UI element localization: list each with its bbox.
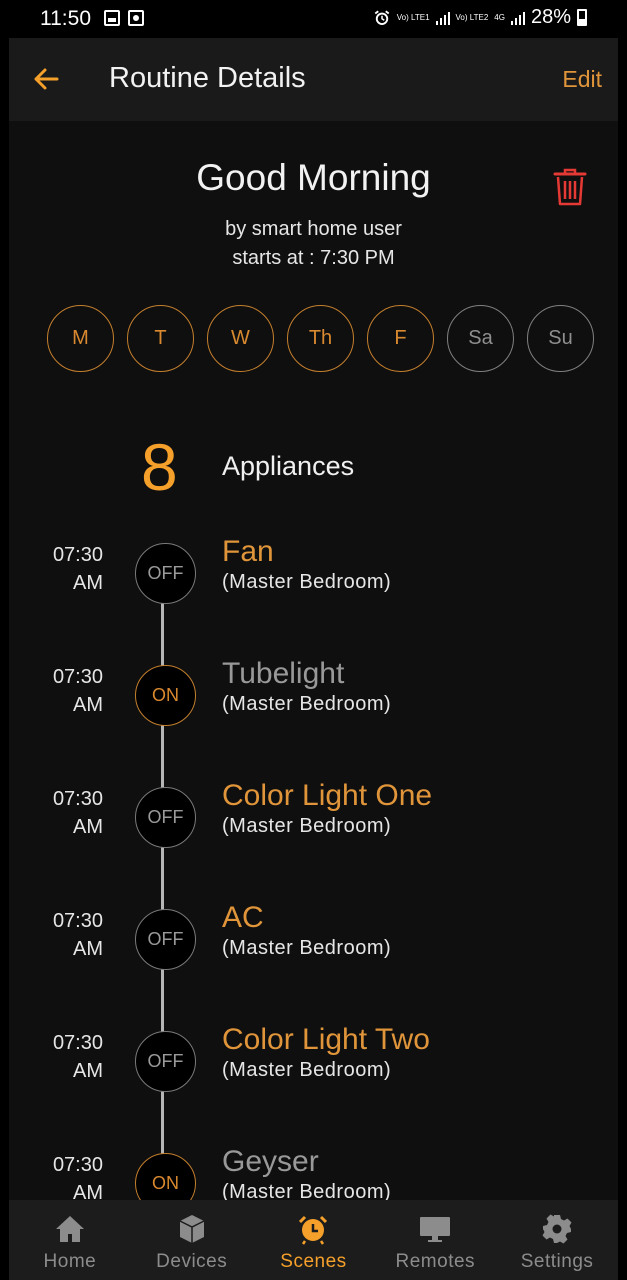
appliance-count: 8: [141, 430, 178, 504]
day-sunday[interactable]: Su: [527, 305, 594, 372]
day-thursday[interactable]: Th: [287, 305, 354, 372]
state-toggle[interactable]: ON: [135, 665, 196, 726]
item-meridiem: AM: [73, 1182, 103, 1200]
network-4g-icon: 4G: [494, 13, 505, 22]
nav-settings[interactable]: Settings: [496, 1200, 618, 1280]
appliance-name: Color Light One: [222, 779, 433, 812]
monitor-icon: [420, 1217, 451, 1242]
nav-label: Devices: [156, 1251, 228, 1272]
item-time: 07:30: [52, 1154, 103, 1176]
list-item[interactable]: 07:30 AM OFF Color Light One (Master Bedr…: [9, 779, 618, 907]
status-time: 11:50: [40, 7, 91, 30]
state-toggle[interactable]: OFF: [135, 909, 196, 970]
day-wednesday[interactable]: W: [207, 305, 274, 372]
routine-start-time: starts at : 7:30 PM: [232, 247, 395, 269]
gallery-icon: [104, 10, 120, 26]
volte-lte1-icon: Vo) LTE1: [396, 13, 430, 22]
status-bar: 11:50 Vo) LTE1 Vo) LTE2 4G 28%: [0, 0, 627, 38]
state-toggle[interactable]: OFF: [135, 787, 196, 848]
list-item[interactable]: 07:30 AM OFF Color Light Two (Master Bedr…: [9, 1023, 618, 1151]
state-toggle[interactable]: OFF: [135, 1031, 196, 1092]
item-time: 07:30: [52, 788, 103, 810]
appliance-room: (Master Bedroom): [222, 815, 392, 837]
arrow-left-icon[interactable]: [31, 64, 61, 94]
appliance-count-label: Appliances: [222, 451, 355, 481]
nav-remotes[interactable]: Remotes: [374, 1200, 496, 1280]
appliance-room: (Master Bedroom): [222, 693, 392, 715]
battery-icon: [577, 9, 587, 26]
nav-home[interactable]: Home: [9, 1200, 131, 1280]
nav-devices[interactable]: Devices: [131, 1200, 253, 1280]
routine-content[interactable]: Good Morning by smart home user starts a…: [9, 121, 618, 1200]
state-toggle[interactable]: OFF: [135, 543, 196, 604]
item-meridiem: AM: [73, 1060, 103, 1082]
day-friday[interactable]: F: [367, 305, 434, 372]
list-item[interactable]: 07:30 AM OFF AC (Master Bedroom): [9, 901, 618, 1029]
appliance-room: (Master Bedroom): [222, 1181, 392, 1200]
cube-icon: [179, 1215, 205, 1243]
list-item[interactable]: 07:30 AM ON Tubelight (Master Bedroom): [9, 657, 618, 785]
nav-label: Home: [43, 1251, 97, 1272]
nav-label: Scenes: [280, 1251, 347, 1272]
appliance-room: (Master Bedroom): [222, 1059, 392, 1081]
battery-percent: 28%: [530, 6, 571, 28]
volte-lte2-icon: Vo) LTE2: [455, 13, 489, 22]
home-icon: [55, 1216, 84, 1242]
signal-icon: [435, 11, 450, 25]
nav-scenes[interactable]: Scenes: [253, 1200, 375, 1280]
appliance-room: (Master Bedroom): [222, 937, 392, 959]
item-meridiem: AM: [73, 938, 103, 960]
appliance-name: Fan: [222, 535, 274, 568]
nav-label: Remotes: [395, 1251, 476, 1272]
item-time: 07:30: [52, 910, 103, 932]
list-item[interactable]: 07:30 AM ON Geyser (Master Bedroom): [9, 1145, 618, 1200]
routine-author: by smart home user: [225, 218, 402, 240]
nav-label: Settings: [520, 1251, 594, 1272]
day-monday[interactable]: M: [47, 305, 114, 372]
app-bar: Routine Details Edit: [9, 38, 618, 121]
appliance-name: AC: [222, 901, 264, 934]
item-meridiem: AM: [73, 694, 103, 716]
routine-name: Good Morning: [196, 157, 431, 198]
trash-icon[interactable]: [552, 167, 588, 207]
appliance-room: (Master Bedroom): [222, 571, 392, 593]
list-item[interactable]: 07:30 AM OFF Fan (Master Bedroom): [9, 535, 618, 663]
appliance-name: Tubelight: [222, 657, 345, 690]
edit-button[interactable]: Edit: [562, 66, 602, 93]
state-toggle[interactable]: ON: [135, 1153, 196, 1200]
bottom-nav: Home Devices Scenes Remotes Settings: [9, 1200, 618, 1280]
day-tuesday[interactable]: T: [127, 305, 194, 372]
appliance-name: Geyser: [222, 1145, 319, 1178]
item-meridiem: AM: [73, 572, 103, 594]
appliance-name: Color Light Two: [222, 1023, 430, 1056]
signal-icon: [510, 11, 525, 25]
day-selector: M T W Th F Sa Su: [47, 305, 594, 372]
day-saturday[interactable]: Sa: [447, 305, 514, 372]
item-time: 07:30: [52, 1032, 103, 1054]
page-title: Routine Details: [109, 62, 306, 94]
item-time: 07:30: [52, 666, 103, 688]
alarm-clock-icon: [299, 1215, 328, 1245]
item-time: 07:30: [52, 544, 103, 566]
alarm-icon: [374, 10, 390, 25]
camera-icon: [128, 10, 144, 26]
item-meridiem: AM: [73, 816, 103, 838]
gear-icon: [542, 1214, 572, 1244]
